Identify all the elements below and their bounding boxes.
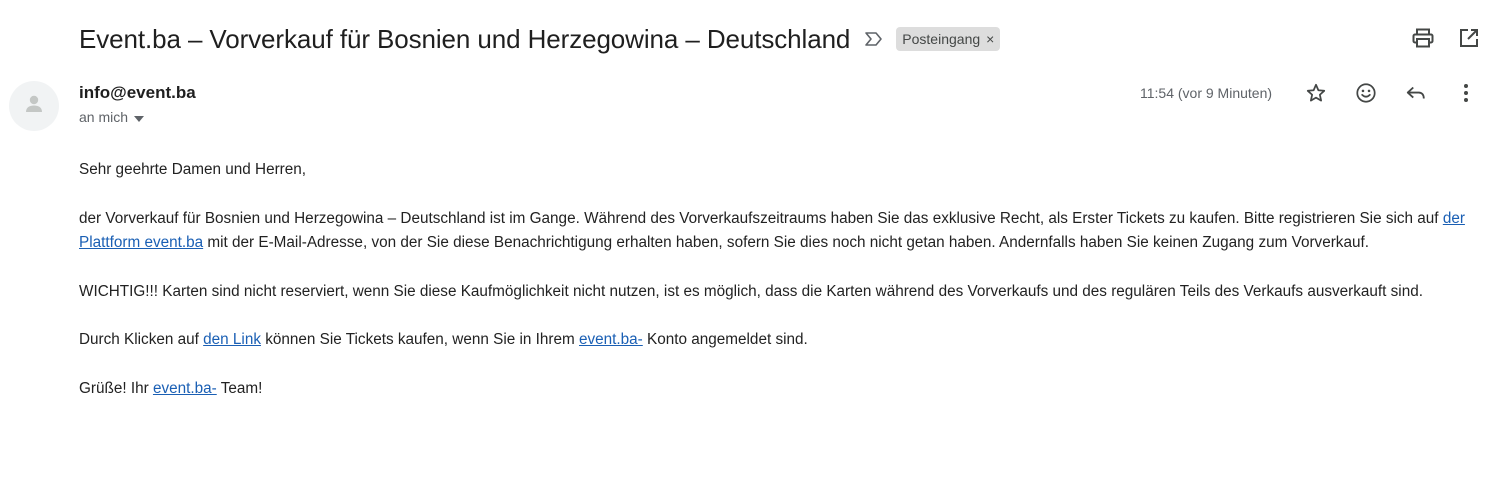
ticket-link[interactable]: den Link [203, 331, 261, 348]
emoji-icon[interactable] [1354, 81, 1378, 105]
email-subject: Event.ba – Vorverkauf für Bosnien und He… [79, 23, 851, 54]
open-in-new-window-icon[interactable] [1457, 26, 1481, 50]
star-icon[interactable] [1304, 81, 1328, 105]
body-paragraph-important: WICHTIG!!! Karten sind nicht reserviert,… [79, 282, 1423, 300]
event-ba-team-link[interactable]: event.ba- [153, 380, 217, 397]
person-icon [23, 93, 45, 120]
paragraph-text: Grüße! Ihr [79, 379, 153, 397]
avatar [9, 81, 59, 131]
reply-icon[interactable] [1404, 81, 1428, 105]
caret-down-icon[interactable] [134, 109, 145, 125]
paragraph-text: mit der E-Mail-Adresse, von der Sie dies… [203, 234, 1369, 251]
top-actions [1411, 26, 1481, 50]
paragraph-text: können Sie Tickets kaufen, wenn Sie in I… [260, 331, 579, 348]
print-icon[interactable] [1411, 26, 1435, 50]
recipient-line[interactable]: an mich [79, 109, 145, 125]
more-vert-icon[interactable] [1454, 81, 1478, 105]
remove-label-button[interactable]: × [986, 31, 994, 47]
message-actions [1304, 81, 1478, 105]
paragraph-text: der Vorverkauf für Bosnien und Herzegowi… [79, 209, 1443, 227]
label-chip-text: Posteingang [902, 31, 981, 47]
sender-address[interactable]: info@event.ba [79, 83, 196, 103]
body-paragraph-signoff: Grüße! Ihr event.ba- Team! [79, 377, 1474, 402]
recipient-text: an mich [79, 109, 129, 125]
paragraph-text: Team! [216, 379, 263, 397]
label-chip-inbox[interactable]: Posteingang × [896, 27, 1001, 51]
body-paragraph-link: Durch Klicken auf den Link können Sie Ti… [79, 328, 1474, 353]
paragraph-text: Konto angemeldet sind. [642, 331, 808, 348]
body-paragraph-registration: der Vorverkauf für Bosnien und Herzegowi… [79, 207, 1474, 256]
timestamp: 11:54 (vor 9 Minuten) [1140, 85, 1273, 101]
paragraph-text: Durch Klicken auf [79, 331, 204, 348]
subject-row: Event.ba – Vorverkauf für Bosnien und He… [79, 20, 1001, 58]
importance-marker-icon[interactable] [864, 28, 886, 50]
event-ba-link[interactable]: event.ba- [579, 331, 643, 348]
email-body: Sehr geehrte Damen und Herren, der Vorve… [79, 158, 1474, 425]
greeting: Sehr geehrte Damen und Herren, [79, 161, 307, 178]
